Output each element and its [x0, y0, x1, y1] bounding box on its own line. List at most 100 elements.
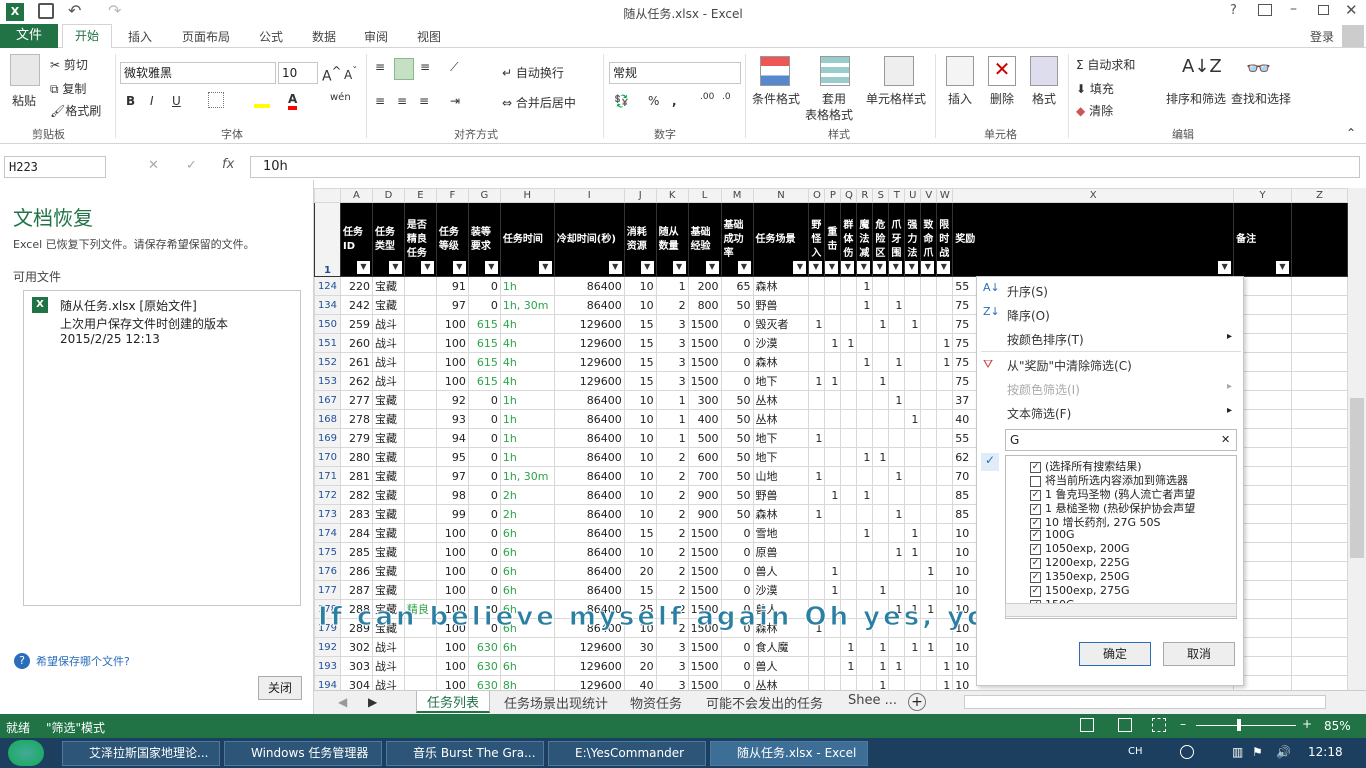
table-cell[interactable]: 20	[623, 561, 657, 581]
wrap-text-button[interactable]: ↵ 自动换行	[502, 64, 564, 81]
table-cell[interactable]: 宝藏	[371, 447, 405, 467]
font-color-icon[interactable]: A	[288, 92, 298, 110]
table-cell[interactable]: 65	[720, 276, 754, 296]
table-cell[interactable]: 100	[435, 333, 469, 353]
table-cell[interactable]	[920, 314, 938, 334]
table-cell[interactable]: 1	[936, 656, 954, 676]
table-cell[interactable]: 6h	[499, 542, 555, 562]
page-break-view-icon[interactable]	[1152, 718, 1166, 732]
table-cell[interactable]: 4h	[499, 333, 555, 353]
table-cell[interactable]: 0	[467, 485, 501, 505]
table-cell[interactable]: 2	[655, 580, 689, 600]
table-cell[interactable]	[808, 561, 826, 581]
filter-dropdown-icon[interactable]: ▼	[937, 261, 951, 274]
header-cell[interactable]: 爪牙围 ▼	[888, 202, 906, 277]
table-cell[interactable]	[1290, 542, 1348, 562]
table-cell[interactable]: 1	[808, 314, 826, 334]
table-cell[interactable]	[920, 390, 938, 410]
header-cell[interactable]: 任务ID ▼	[339, 202, 373, 277]
table-cell[interactable]: 丛林	[752, 390, 810, 410]
header-cell[interactable]: 基础经验 ▼	[687, 202, 722, 277]
table-cell[interactable]: 1	[872, 637, 890, 657]
table-cell[interactable]: 260	[339, 333, 373, 353]
table-cell[interactable]: 1	[808, 504, 826, 524]
table-cell[interactable]: 1	[888, 542, 906, 562]
table-cell[interactable]: 0	[720, 580, 754, 600]
column-header[interactable]: R	[856, 188, 874, 203]
restore-icon[interactable]	[1318, 5, 1329, 15]
table-cell[interactable]: 287	[339, 580, 373, 600]
clock[interactable]: 12:18	[1308, 745, 1343, 759]
filter-dropdown-icon[interactable]: ▼	[356, 261, 370, 274]
table-cell[interactable]	[872, 485, 890, 505]
table-cell[interactable]: 1h	[499, 428, 555, 448]
table-cell[interactable]	[856, 333, 874, 353]
scroll-thumb[interactable]	[1350, 398, 1364, 558]
header-cell[interactable]: 备注 ▼	[1233, 202, 1292, 277]
header-cell[interactable]: 任务等级 ▼	[435, 202, 469, 277]
table-cell[interactable]	[936, 371, 954, 391]
filter-list-item[interactable]: ✓ 1500exp, 275G	[1030, 584, 1130, 597]
column-header[interactable]: W	[936, 188, 954, 203]
table-cell[interactable]: 129600	[553, 333, 625, 353]
table-cell[interactable]	[840, 485, 858, 505]
filter-dropdown-icon[interactable]: ▼	[825, 261, 839, 274]
header-cell[interactable]: 重击 ▼	[824, 202, 842, 277]
table-cell[interactable]: 50	[720, 409, 754, 429]
normal-view-icon[interactable]	[1080, 718, 1094, 732]
tab-page-layout[interactable]: 页面布局	[182, 28, 230, 45]
table-cell[interactable]	[403, 314, 437, 334]
filter-dropdown-icon[interactable]: ▼	[705, 261, 719, 274]
login-link[interactable]: 登录	[1310, 28, 1334, 45]
table-cell[interactable]: 宝藏	[371, 409, 405, 429]
table-cell[interactable]	[808, 333, 826, 353]
table-cell[interactable]	[403, 523, 437, 543]
table-cell[interactable]: 129600	[553, 371, 625, 391]
header-cell[interactable]: 危险区 ▼	[872, 202, 890, 277]
horizontal-scrollbar[interactable]	[1005, 603, 1237, 617]
table-cell[interactable]: 0	[467, 504, 501, 524]
table-cell[interactable]: 0	[467, 276, 501, 296]
volume-icon[interactable]: 🔊	[1276, 745, 1291, 759]
table-cell[interactable]	[936, 561, 954, 581]
zoom-thumb[interactable]	[1237, 719, 1241, 731]
table-cell[interactable]: 242	[339, 295, 373, 315]
column-header[interactable]: G	[467, 188, 501, 203]
header-cell[interactable]: 随从数量 ▼	[655, 202, 689, 277]
table-cell[interactable]: 10	[623, 504, 657, 524]
help-link[interactable]: 希望保存哪个文件?	[36, 653, 130, 669]
table-cell[interactable]	[920, 485, 938, 505]
table-cell[interactable]	[840, 542, 858, 562]
table-cell[interactable]	[872, 561, 890, 581]
table-cell[interactable]: 0	[720, 333, 754, 353]
checkbox-checked-icon[interactable]: ✓	[1030, 543, 1041, 555]
table-cell[interactable]	[403, 276, 437, 296]
table-cell[interactable]	[904, 352, 922, 372]
table-cell[interactable]	[888, 371, 906, 391]
table-cell[interactable]: 地下	[752, 371, 810, 391]
table-cell[interactable]: 战斗	[371, 352, 405, 372]
table-cell[interactable]: 2	[655, 504, 689, 524]
table-cell[interactable]: 0	[720, 656, 754, 676]
table-cell[interactable]: 86400	[553, 504, 625, 524]
table-cell[interactable]: 129600	[553, 314, 625, 334]
table-cell[interactable]	[872, 542, 890, 562]
column-header[interactable]: P	[824, 188, 842, 203]
phonetic-icon[interactable]: wén	[330, 92, 351, 103]
table-cell[interactable]	[808, 295, 826, 315]
table-cell[interactable]: 86400	[553, 466, 625, 486]
table-cell[interactable]	[920, 466, 938, 486]
scroll-right-icon[interactable]: ▶	[368, 695, 377, 709]
table-cell[interactable]: 3	[655, 656, 689, 676]
table-cell[interactable]	[920, 295, 938, 315]
table-cell[interactable]: 1	[808, 371, 826, 391]
table-cell[interactable]: 宝藏	[371, 428, 405, 448]
table-cell[interactable]: 2	[655, 542, 689, 562]
comma-icon[interactable]: ,	[672, 94, 677, 108]
table-cell[interactable]: 2	[655, 295, 689, 315]
checkbox-checked-icon[interactable]: ✓	[1030, 461, 1041, 473]
table-cell[interactable]	[856, 409, 874, 429]
table-cell[interactable]	[840, 276, 858, 296]
header-cell[interactable]	[1290, 202, 1348, 277]
table-cell[interactable]: 1	[872, 580, 890, 600]
